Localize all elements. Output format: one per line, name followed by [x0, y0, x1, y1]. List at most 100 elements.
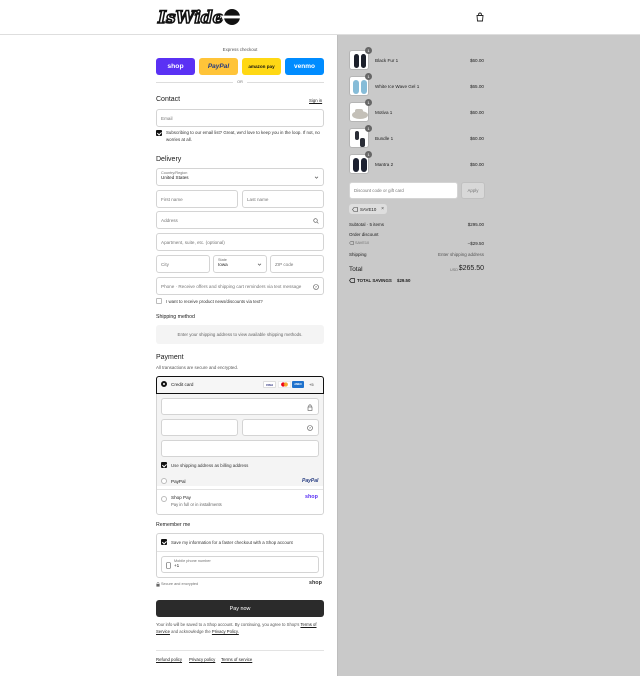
order-discount-label: Order discount: [349, 232, 379, 237]
name-on-card-field[interactable]: [161, 440, 319, 457]
mastercard-icon: [278, 381, 291, 388]
shop-pay-radio[interactable]: [161, 496, 167, 502]
privacy-policy-link[interactable]: Privacy Policy.: [212, 629, 239, 634]
billing-address-label: Use shipping address as billing address: [171, 463, 249, 468]
logo-wordmark: IsWide: [157, 8, 224, 27]
total-savings-value: $29.50: [397, 278, 411, 283]
delivery-heading: Delivery: [156, 156, 182, 163]
contact-heading: Contact: [156, 96, 181, 103]
phone-icon: [166, 562, 171, 569]
sandal-image: [355, 131, 365, 147]
quantity-badge: 1: [365, 125, 372, 132]
state-select[interactable]: State Iowa: [213, 255, 267, 273]
last-name-field[interactable]: Last name: [242, 190, 324, 208]
or-divider-text: OR: [237, 80, 243, 84]
visa-icon: VISA: [263, 381, 276, 388]
save-info-checkbox[interactable]: [161, 539, 167, 545]
shopping-bag-icon[interactable]: [475, 12, 485, 22]
subscribe-label: Subscribing to our email list? Great, we…: [166, 130, 320, 142]
sandal-image: [353, 158, 367, 172]
mobile-phone-value: +1: [174, 563, 180, 568]
svg-text:?: ?: [309, 426, 311, 430]
expiration-date-field[interactable]: [161, 419, 238, 436]
tag-icon: [349, 241, 354, 245]
refund-policy-link[interactable]: Refund policy: [156, 657, 182, 662]
sign-in-link[interactable]: Sign in: [309, 98, 322, 103]
item-price: $65.00: [469, 84, 484, 89]
item-name: Black Fur 1: [375, 58, 399, 63]
credit-card-radio[interactable]: [161, 381, 167, 387]
quantity-badge: 1: [365, 99, 372, 106]
sandal-image: [352, 109, 368, 119]
apply-discount-button[interactable]: Apply: [461, 182, 485, 199]
brand-logo[interactable]: IsWide: [156, 7, 246, 27]
secure-encrypted-label: Secure and encrypted: [161, 582, 199, 586]
shipping-method-heading: Shipping method: [156, 314, 195, 320]
item-price: $60.00: [469, 136, 484, 141]
country-value: United States: [161, 175, 189, 180]
lock-icon: [156, 582, 160, 587]
sandal-image: [354, 54, 366, 68]
city-field[interactable]: City: [156, 255, 210, 273]
shop-logo: shop: [309, 580, 322, 586]
paypal-express-button[interactable]: PayPal: [199, 58, 238, 75]
item-price: $60.00: [469, 110, 484, 115]
footer-divider: [156, 650, 324, 651]
text-news-label: I want to receive product news/discounts…: [166, 299, 263, 304]
payment-subtitle: All transactions are secure and encrypte…: [156, 365, 239, 370]
card-number-field[interactable]: [161, 398, 319, 415]
help-icon[interactable]: ?: [313, 284, 319, 290]
item-price: $60.00: [469, 58, 484, 63]
shipping-label: Shipping: [349, 252, 367, 257]
shipping-method-notice: Enter your shipping address to view avai…: [156, 325, 324, 344]
divider: [156, 82, 233, 83]
total-label: Total: [349, 266, 363, 273]
discount-code-text: SAVE10: [360, 206, 377, 212]
amazon-pay-express-button[interactable]: amazon pay: [242, 58, 281, 75]
paypal-radio[interactable]: [161, 478, 167, 484]
sandal-image: [353, 80, 367, 94]
save-info-label: Save my information for a faster checkou…: [171, 540, 293, 545]
shop-pay-subtitle: Pay in full or in installments: [171, 502, 222, 507]
pay-now-button[interactable]: Pay now: [156, 600, 324, 617]
item-name: White Ice Wave Gel 1: [375, 84, 420, 89]
venmo-express-button[interactable]: venmo: [285, 58, 324, 75]
terms-of-service-footer-link[interactable]: Terms of service: [221, 657, 252, 662]
divider: [157, 489, 323, 490]
subscribe-checkbox[interactable]: [156, 130, 162, 136]
shop-pay-express-button[interactable]: shop: [156, 58, 195, 75]
mobile-phone-field[interactable]: Mobile phone number +1: [161, 556, 319, 573]
shop-pay-logo: shop: [305, 494, 318, 500]
svg-text:?: ?: [315, 285, 317, 289]
order-summary-panel: [337, 35, 640, 676]
first-name-field[interactable]: First name: [156, 190, 238, 208]
lock-icon: [307, 404, 313, 411]
email-field[interactable]: Email: [156, 109, 324, 127]
country-select[interactable]: Country/Region United States: [156, 168, 324, 186]
privacy-policy-footer-link[interactable]: Privacy policy: [189, 657, 215, 662]
quantity-badge: 1: [365, 151, 372, 158]
address-field[interactable]: Address: [156, 211, 324, 229]
search-icon: [313, 218, 319, 224]
payment-heading: Payment: [156, 354, 184, 361]
text-news-checkbox[interactable]: [156, 298, 162, 304]
zip-field[interactable]: ZIP code: [270, 255, 324, 273]
terms-notice: Your info will be saved to a Shop accoun…: [156, 622, 324, 635]
chevron-down-icon: [314, 176, 319, 179]
apartment-field[interactable]: Apartment, suite, etc. (optional): [156, 233, 324, 251]
applied-discount-tag: SAVE10 ×: [349, 204, 387, 214]
phone-field[interactable]: Phone · Receive offers and shipping cart…: [156, 277, 324, 295]
amex-icon: AMEX: [292, 381, 304, 388]
discount-code-field[interactable]: Discount code or gift card: [349, 182, 458, 199]
tag-icon: [349, 278, 355, 283]
credit-card-label: Credit card: [171, 382, 194, 387]
remove-discount-icon[interactable]: ×: [381, 206, 384, 212]
security-code-field[interactable]: ?: [242, 419, 319, 436]
divider: [157, 551, 323, 552]
billing-address-checkbox[interactable]: [161, 462, 167, 468]
order-discount-code: SAVE10: [355, 241, 370, 245]
quantity-badge: 1: [365, 73, 372, 80]
tag-icon: [352, 206, 358, 212]
help-icon[interactable]: ?: [307, 425, 313, 431]
terms-mid: and acknowledge the: [171, 628, 211, 634]
